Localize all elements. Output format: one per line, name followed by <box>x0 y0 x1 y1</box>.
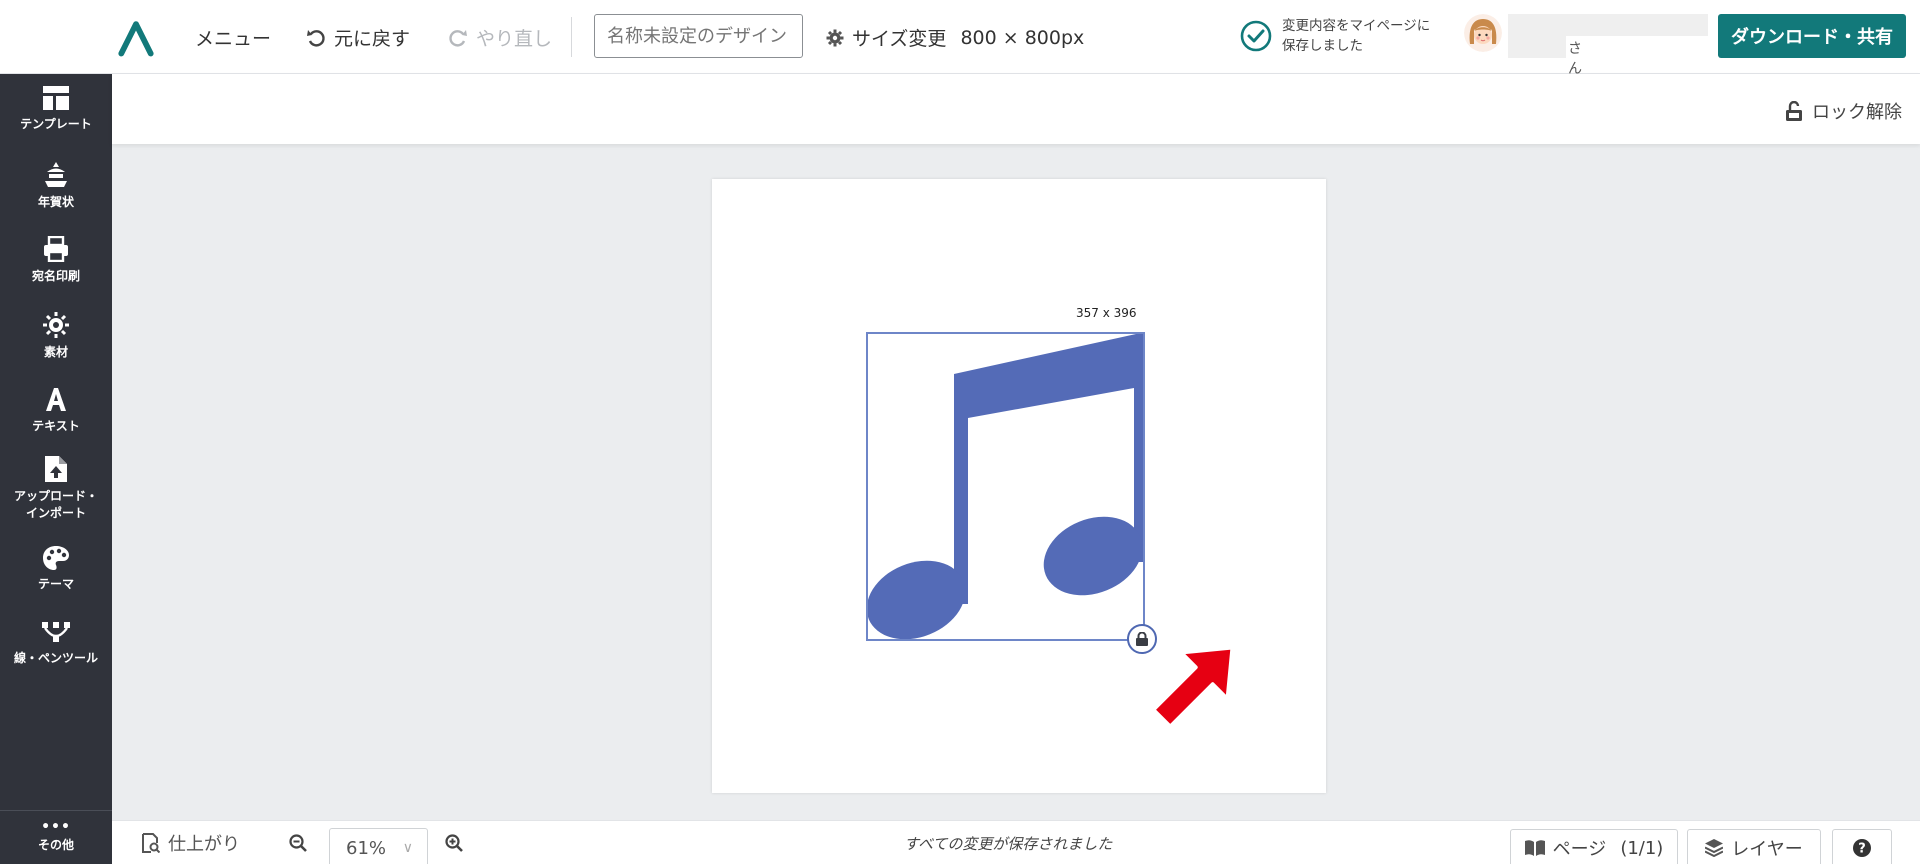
design-name-input[interactable] <box>594 14 803 58</box>
redo-label: やり直し <box>476 28 553 50</box>
template-icon <box>43 86 69 110</box>
sidebar-more-label: その他 <box>37 838 74 852</box>
download-share-button[interactable]: ダウンロード・共有 <box>1718 14 1906 58</box>
materials-icon <box>43 312 69 338</box>
selection-size-label: 357 x 396 <box>1076 306 1137 320</box>
app-logo[interactable] <box>118 17 162 59</box>
check-circle-icon <box>1240 20 1272 52</box>
layers-icon <box>1705 839 1724 857</box>
resize-button[interactable]: サイズ変更 800 × 800px <box>826 24 1084 51</box>
sidebar-item-label: 宛名印刷 <box>31 269 80 283</box>
preview-icon <box>142 833 160 853</box>
pages-count: (1/1) <box>1620 837 1664 859</box>
zoom-out-button[interactable] <box>289 821 307 864</box>
toolbar-divider <box>571 17 572 57</box>
finish-label: 仕上がり <box>168 834 240 855</box>
undo-label: 元に戻す <box>334 28 411 50</box>
gear-icon <box>826 29 844 46</box>
context-toolbar: ロック解除 <box>112 74 1920 144</box>
user-name-redacted <box>1508 14 1708 36</box>
undo-icon <box>307 29 325 47</box>
zoom-select[interactable]: 61% ∨ <box>329 828 428 864</box>
sidebar-item-label: テキスト <box>32 419 80 433</box>
unlock-icon <box>1786 101 1802 121</box>
palette-icon <box>43 546 69 570</box>
help-button[interactable]: ? <box>1832 829 1892 864</box>
user-name-redacted-2 <box>1508 36 1566 58</box>
sidebar-item-label: テンプレート <box>20 117 92 131</box>
save-status-footer: すべての変更が保存されました <box>904 835 1113 853</box>
layers-button[interactable]: レイヤー <box>1687 829 1821 864</box>
zoom-out-icon <box>289 834 307 852</box>
printer-icon <box>44 236 68 262</box>
sidebar-item-materials[interactable]: 素材 <box>0 312 112 361</box>
unlock-button[interactable]: ロック解除 <box>1786 98 1902 124</box>
zoom-value: 61% <box>346 837 387 859</box>
redo-button[interactable]: やり直し <box>448 24 552 51</box>
more-dots-icon: ••• <box>41 819 71 835</box>
pages-button[interactable]: ページ (1/1) <box>1510 829 1678 864</box>
user-account[interactable]: さん <box>1464 14 1708 77</box>
sidebar-item-upload[interactable]: アップロード・ インポート <box>0 456 112 522</box>
user-suffix: さん <box>1568 41 1582 77</box>
menu-label: メニュー <box>195 28 272 50</box>
book-icon <box>1524 840 1545 856</box>
pen-tool-icon <box>42 622 70 642</box>
svg-text:?: ? <box>1858 842 1866 857</box>
hamburger-menu-icon[interactable] <box>39 25 64 47</box>
layers-label: レイヤー <box>1731 839 1803 860</box>
left-sidebar: テンプレート 年賀状 宛名印刷 素材 テキスト アップロード・ インポート テー… <box>0 74 112 864</box>
text-icon <box>46 388 66 411</box>
sidebar-item-template[interactable]: テンプレート <box>0 86 112 133</box>
chevron-down-icon: ∨ <box>402 840 413 856</box>
sidebar-item-label: アップロード・ インポート <box>13 489 98 520</box>
sidebar-item-label: 年賀状 <box>37 195 74 209</box>
sidebar-item-address-print[interactable]: 宛名印刷 <box>0 236 112 285</box>
sidebar-item-label: テーマ <box>37 577 74 591</box>
resize-label: サイズ変更 <box>852 28 947 50</box>
undo-button[interactable]: 元に戻す <box>306 24 410 51</box>
top-bar: メニュー 元に戻す やり直し サイズ変更 800 × 800px 変更内容をマイ… <box>0 0 1920 77</box>
zoom-in-icon <box>445 834 463 852</box>
finish-preview-button[interactable]: 仕上がり <box>142 821 240 864</box>
sidebar-item-new-year-card[interactable]: 年賀状 <box>0 162 112 211</box>
menu-button[interactable]: メニュー <box>195 24 271 51</box>
bottom-bar: 仕上がり 61% ∨ すべての変更が保存されました ページ (1/1) レイヤー… <box>112 820 1920 864</box>
pages-label: ページ <box>1552 839 1607 860</box>
upload-icon <box>45 456 67 482</box>
selection-box[interactable] <box>866 332 1145 641</box>
sidebar-item-pen-tool[interactable]: 線・ペンツール <box>0 622 112 667</box>
sidebar-item-label: 素材 <box>43 345 68 359</box>
new-year-card-icon <box>45 162 67 187</box>
sidebar-item-theme[interactable]: テーマ <box>0 546 112 593</box>
zoom-in-button[interactable] <box>445 821 463 864</box>
help-icon: ? <box>1853 839 1871 857</box>
save-status-text: 変更内容をマイページに 保存しました <box>1282 18 1431 54</box>
unlock-label: ロック解除 <box>1812 102 1902 123</box>
avatar <box>1464 14 1502 52</box>
sidebar-item-more[interactable]: ••• その他 <box>0 810 112 864</box>
canvas-size-value: 800 × 800px <box>960 26 1085 49</box>
sidebar-item-label: 線・ペンツール <box>13 651 98 665</box>
pointer-arrow-annotation <box>1151 645 1235 729</box>
save-status: 変更内容をマイページに 保存しました <box>1240 16 1430 56</box>
sidebar-item-text[interactable]: テキスト <box>0 386 112 435</box>
redo-icon <box>449 29 467 47</box>
